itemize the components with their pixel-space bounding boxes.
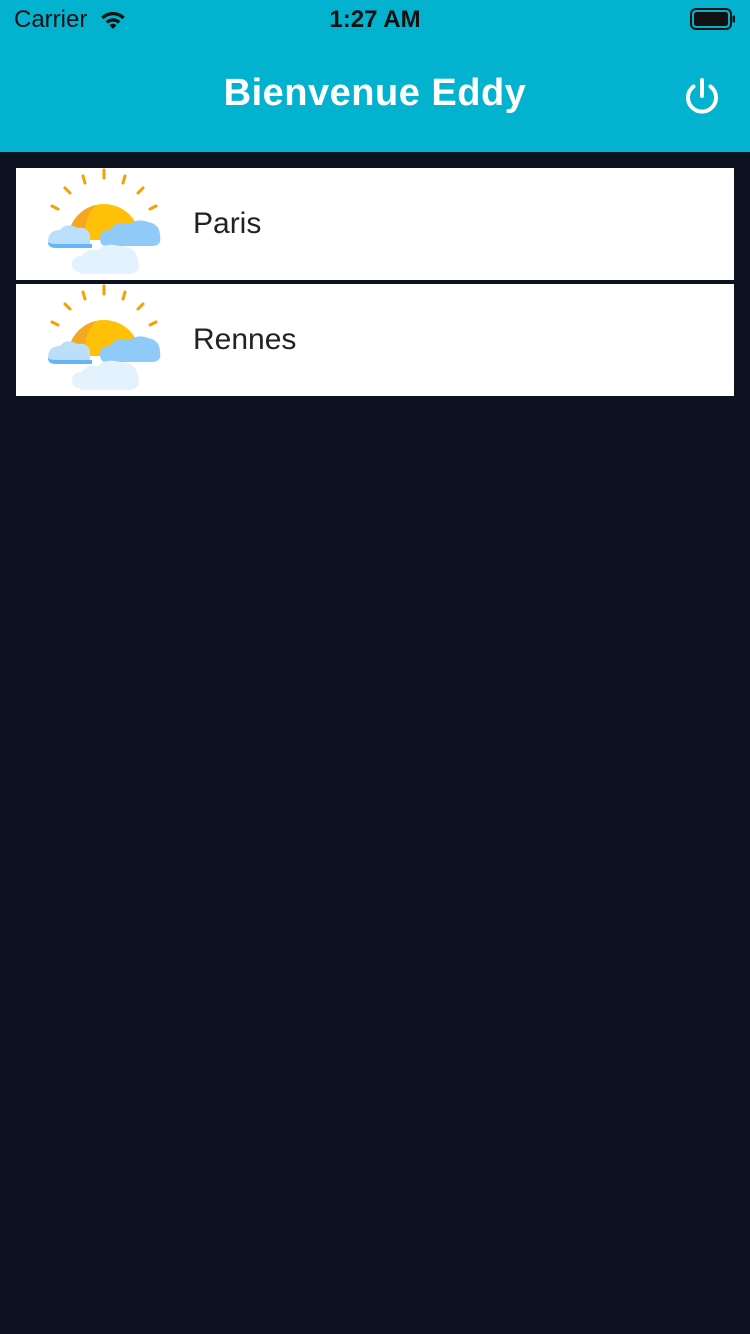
- page-title: Bienvenue Eddy: [223, 72, 527, 114]
- battery-icon: [690, 8, 735, 30]
- city-item-paris[interactable]: Paris: [16, 168, 734, 280]
- city-list: Paris Rennes: [16, 168, 734, 400]
- partly-sunny-icon: [48, 168, 161, 274]
- power-icon[interactable]: [682, 77, 722, 117]
- city-item-rennes[interactable]: Rennes: [16, 284, 734, 396]
- city-name: Paris: [193, 207, 262, 240]
- city-name: Rennes: [193, 323, 297, 356]
- app-header: Carrier 1:27 AM Bienvenue Eddy: [0, 0, 750, 152]
- status-time: 1:27 AM: [329, 6, 421, 33]
- partly-sunny-icon: [48, 284, 161, 390]
- status-bar: Carrier 1:27 AM: [0, 0, 750, 40]
